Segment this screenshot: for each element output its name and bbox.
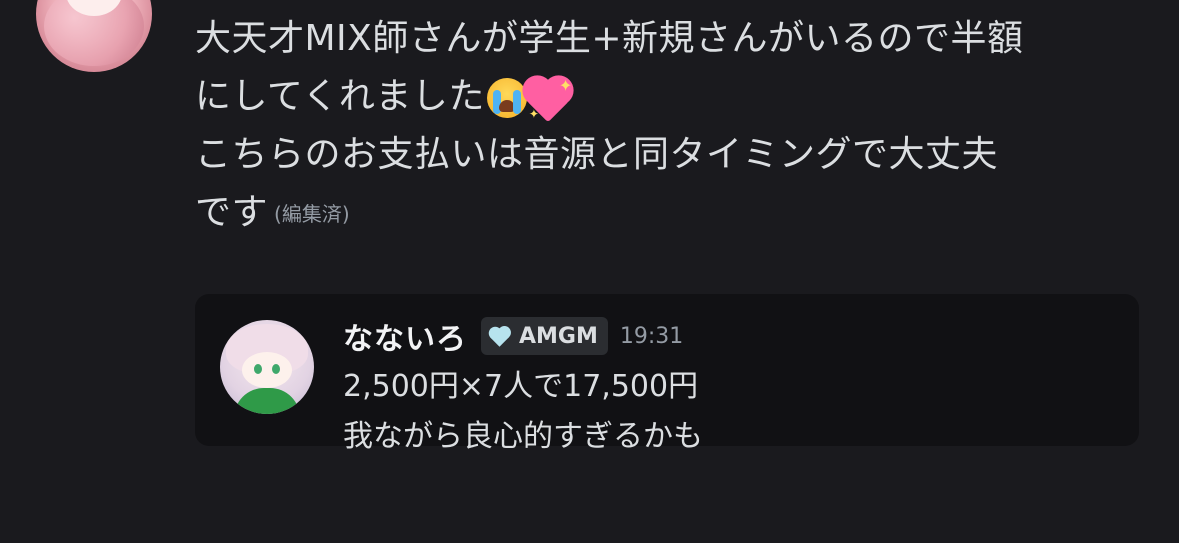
reply-header: なないろ AMGM 19:31 [343,314,683,358]
server-tag-badge[interactable]: AMGM [481,317,608,355]
loudly-crying-face-icon [486,78,527,118]
message-content: 大天才MIX師さんが学生+新規さんがいるので半額 にしてくれました ✦ ✦ こちらの… [195,10,1155,243]
sparkling-heart-icon: ✦ ✦ [526,78,573,123]
message-line-with-emojis: にしてくれました ✦ ✦ [195,68,1155,126]
reply-timestamp: 19:31 [619,323,684,349]
message-line: 大天才MIX師さんが学生+新規さんがいるので半額 [195,18,1024,59]
message-line: にしてくれました [195,76,485,117]
edited-label: (編集済) [274,202,350,226]
reply-line: 我ながら良心的すぎるかも [343,419,703,454]
reply-line: 2,500円×7人で17,500円 [343,369,699,404]
message-line-with-edited: です (編集済) [195,184,1155,243]
chat-view: 大天才MIX師さんが学生+新規さんがいるので半額 にしてくれました ✦ ✦ こちらの… [0,0,1179,543]
reply-author-avatar[interactable] [220,320,314,414]
message-line: こちらのお支払いは音源と同タイミングで大丈夫 [195,134,999,175]
quoted-reply-card[interactable]: なないろ AMGM 19:31 2,500円×7人で17,500円 我ながら良心… [195,294,1139,454]
reply-author-name[interactable]: なないろ [343,314,467,358]
light-blue-heart-icon [489,326,511,347]
sender-avatar[interactable] [36,0,152,72]
message-line: です [195,192,269,233]
server-tag-label: AMGM [519,323,598,349]
reply-content: 2,500円×7人で17,500円 我ながら良心的すぎるかも [343,362,703,462]
